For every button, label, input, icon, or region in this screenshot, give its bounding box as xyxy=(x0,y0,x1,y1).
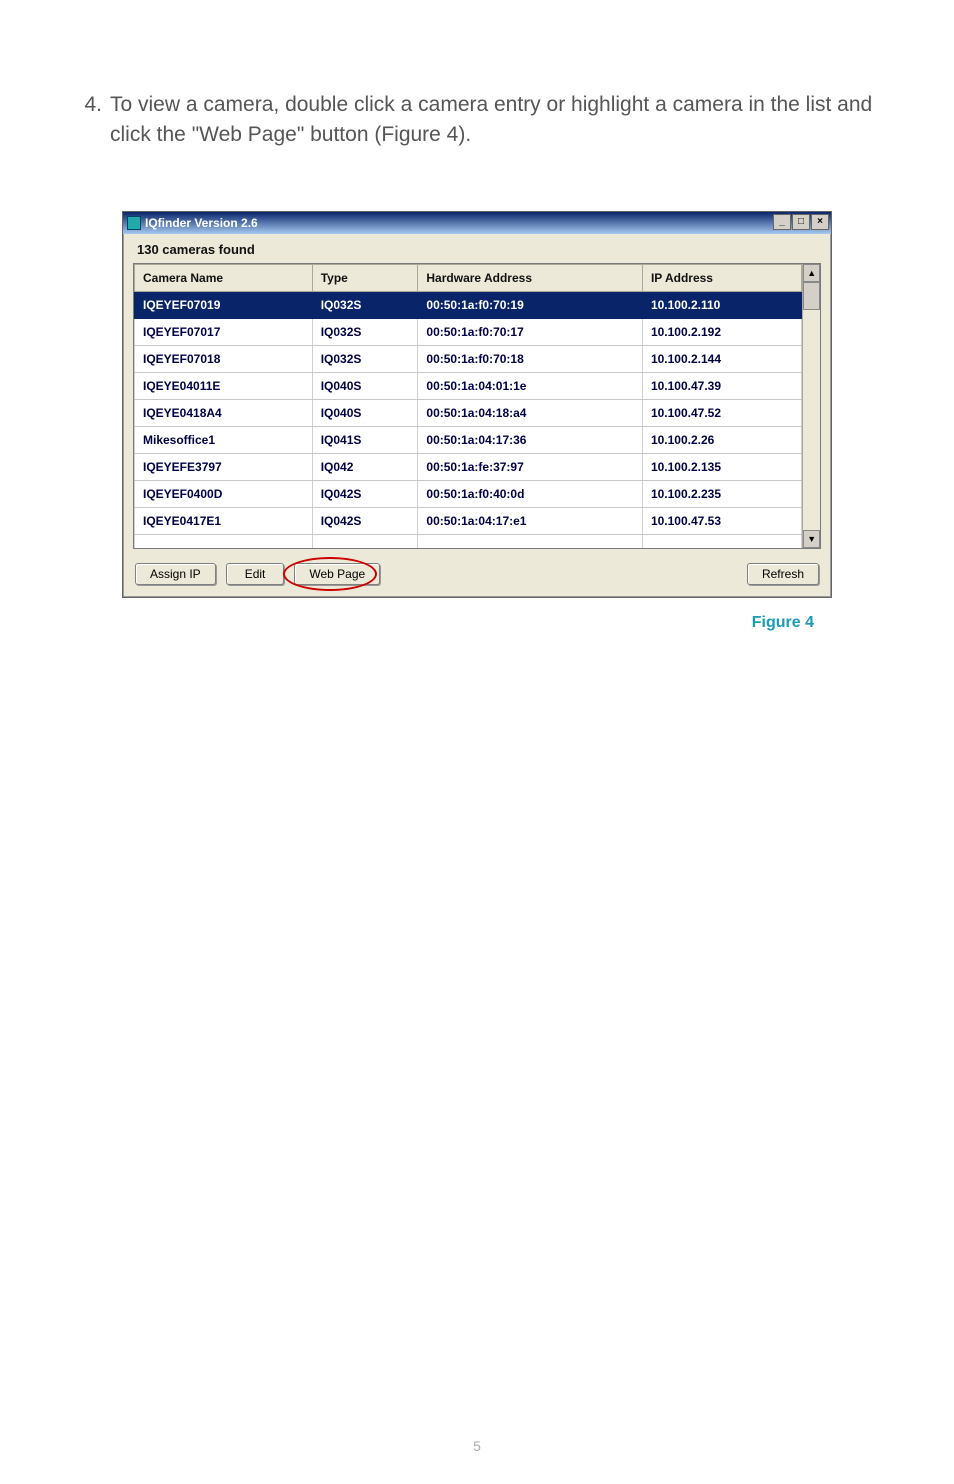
col-ip-address[interactable]: IP Address xyxy=(642,264,802,291)
cell-hw: 00:50:1a:f0:40:0d xyxy=(418,480,643,507)
cell-name: IQEYEF07019 xyxy=(135,291,313,318)
table-row[interactable]: IQEYE0417E1IQ042S00:50:1a:04:17:e110.100… xyxy=(135,507,802,534)
cell-name: IQEYE0417E1 xyxy=(135,507,313,534)
close-button[interactable]: × xyxy=(811,214,829,230)
instruction-step: 4. To view a camera, double click a came… xyxy=(80,90,874,151)
cell-type: IQ041S xyxy=(312,426,418,453)
cell-type: IQ040S xyxy=(312,399,418,426)
cell-name: Mikesoffice1 xyxy=(135,426,313,453)
cell-hw: 00:50:1a:04:17:36 xyxy=(418,426,643,453)
cell-hw: 00:50:1a:04:17:e1 xyxy=(418,507,643,534)
camera-table-container: Camera Name Type Hardware Address IP Add… xyxy=(133,263,821,550)
col-hardware-address[interactable]: Hardware Address xyxy=(418,264,643,291)
cell-ip: 10.100.2.26 xyxy=(642,426,802,453)
cell-type: IQ042 xyxy=(312,453,418,480)
web-page-button[interactable]: Web Page xyxy=(294,563,380,585)
instruction-number: 4. xyxy=(80,90,110,151)
cell-hw: 00:50:1a:f0:70:19 xyxy=(418,291,643,318)
table-row[interactable]: Mikesoffice1IQ041S00:50:1a:04:17:3610.10… xyxy=(135,426,802,453)
cell-type: IQ032S xyxy=(312,291,418,318)
scroll-track[interactable] xyxy=(803,310,820,531)
col-type[interactable]: Type xyxy=(312,264,418,291)
cell-name: IQEYEF0400D xyxy=(135,480,313,507)
minimize-button[interactable]: _ xyxy=(773,214,791,230)
cell-type: IQ040S xyxy=(312,372,418,399)
cell-ip: 10.100.2.235 xyxy=(642,480,802,507)
cell-name: IQEYE04011E xyxy=(135,372,313,399)
cell-name: IQEYEFE3797 xyxy=(135,453,313,480)
table-row-partial xyxy=(135,534,802,548)
table-row[interactable]: IQEYE0418A4IQ040S00:50:1a:04:18:a410.100… xyxy=(135,399,802,426)
edit-button[interactable]: Edit xyxy=(226,563,285,585)
cell-type: IQ032S xyxy=(312,318,418,345)
cell-ip: 10.100.2.144 xyxy=(642,345,802,372)
cell-type: IQ042S xyxy=(312,480,418,507)
camera-table[interactable]: Camera Name Type Hardware Address IP Add… xyxy=(134,264,802,549)
vertical-scrollbar[interactable]: ▲ ▼ xyxy=(802,264,820,549)
cell-name xyxy=(135,534,313,548)
button-row: Assign IP Edit Web Page Refresh xyxy=(123,557,831,597)
title-bar[interactable]: IQfinder Version 2.6 _ □ × xyxy=(123,212,831,234)
cell-hw: 00:50:1a:04:01:1e xyxy=(418,372,643,399)
page-number: 5 xyxy=(0,1438,954,1454)
window-title: IQfinder Version 2.6 xyxy=(145,216,258,230)
cell-ip: 10.100.2.135 xyxy=(642,453,802,480)
assign-ip-button[interactable]: Assign IP xyxy=(135,563,216,585)
cell-ip: 10.100.2.110 xyxy=(642,291,802,318)
cell-type: IQ032S xyxy=(312,345,418,372)
cell-hw xyxy=(418,534,643,548)
cell-ip xyxy=(642,534,802,548)
refresh-button[interactable]: Refresh xyxy=(747,563,819,585)
cell-name: IQEYE0418A4 xyxy=(135,399,313,426)
cell-hw: 00:50:1a:f0:70:17 xyxy=(418,318,643,345)
cell-ip: 10.100.47.53 xyxy=(642,507,802,534)
cell-hw: 00:50:1a:f0:70:18 xyxy=(418,345,643,372)
cell-ip: 10.100.47.52 xyxy=(642,399,802,426)
scroll-thumb[interactable] xyxy=(803,282,820,310)
table-row[interactable]: IQEYEF0400DIQ042S00:50:1a:f0:40:0d10.100… xyxy=(135,480,802,507)
cell-name: IQEYEF07017 xyxy=(135,318,313,345)
col-camera-name[interactable]: Camera Name xyxy=(135,264,313,291)
app-window: IQfinder Version 2.6 _ □ × 130 cameras f… xyxy=(122,211,832,599)
cell-ip: 10.100.47.39 xyxy=(642,372,802,399)
cell-name: IQEYEF07018 xyxy=(135,345,313,372)
figure-caption: Figure 4 xyxy=(122,614,832,632)
cell-type: IQ042S xyxy=(312,507,418,534)
cell-type xyxy=(312,534,418,548)
table-row[interactable]: IQEYEFE3797IQ04200:50:1a:fe:37:9710.100.… xyxy=(135,453,802,480)
cell-ip: 10.100.2.192 xyxy=(642,318,802,345)
scroll-down-button[interactable]: ▼ xyxy=(803,530,820,548)
scroll-up-button[interactable]: ▲ xyxy=(803,264,820,282)
instruction-text: To view a camera, double click a camera … xyxy=(110,90,874,151)
maximize-button[interactable]: □ xyxy=(792,214,810,230)
table-row[interactable]: IQEYEF07018IQ032S00:50:1a:f0:70:1810.100… xyxy=(135,345,802,372)
table-row[interactable]: IQEYE04011EIQ040S00:50:1a:04:01:1e10.100… xyxy=(135,372,802,399)
status-label: 130 cameras found xyxy=(123,234,831,263)
app-icon xyxy=(127,216,141,230)
cell-hw: 00:50:1a:04:18:a4 xyxy=(418,399,643,426)
cell-hw: 00:50:1a:fe:37:97 xyxy=(418,453,643,480)
table-row[interactable]: IQEYEF07019IQ032S00:50:1a:f0:70:1910.100… xyxy=(135,291,802,318)
table-row[interactable]: IQEYEF07017IQ032S00:50:1a:f0:70:1710.100… xyxy=(135,318,802,345)
